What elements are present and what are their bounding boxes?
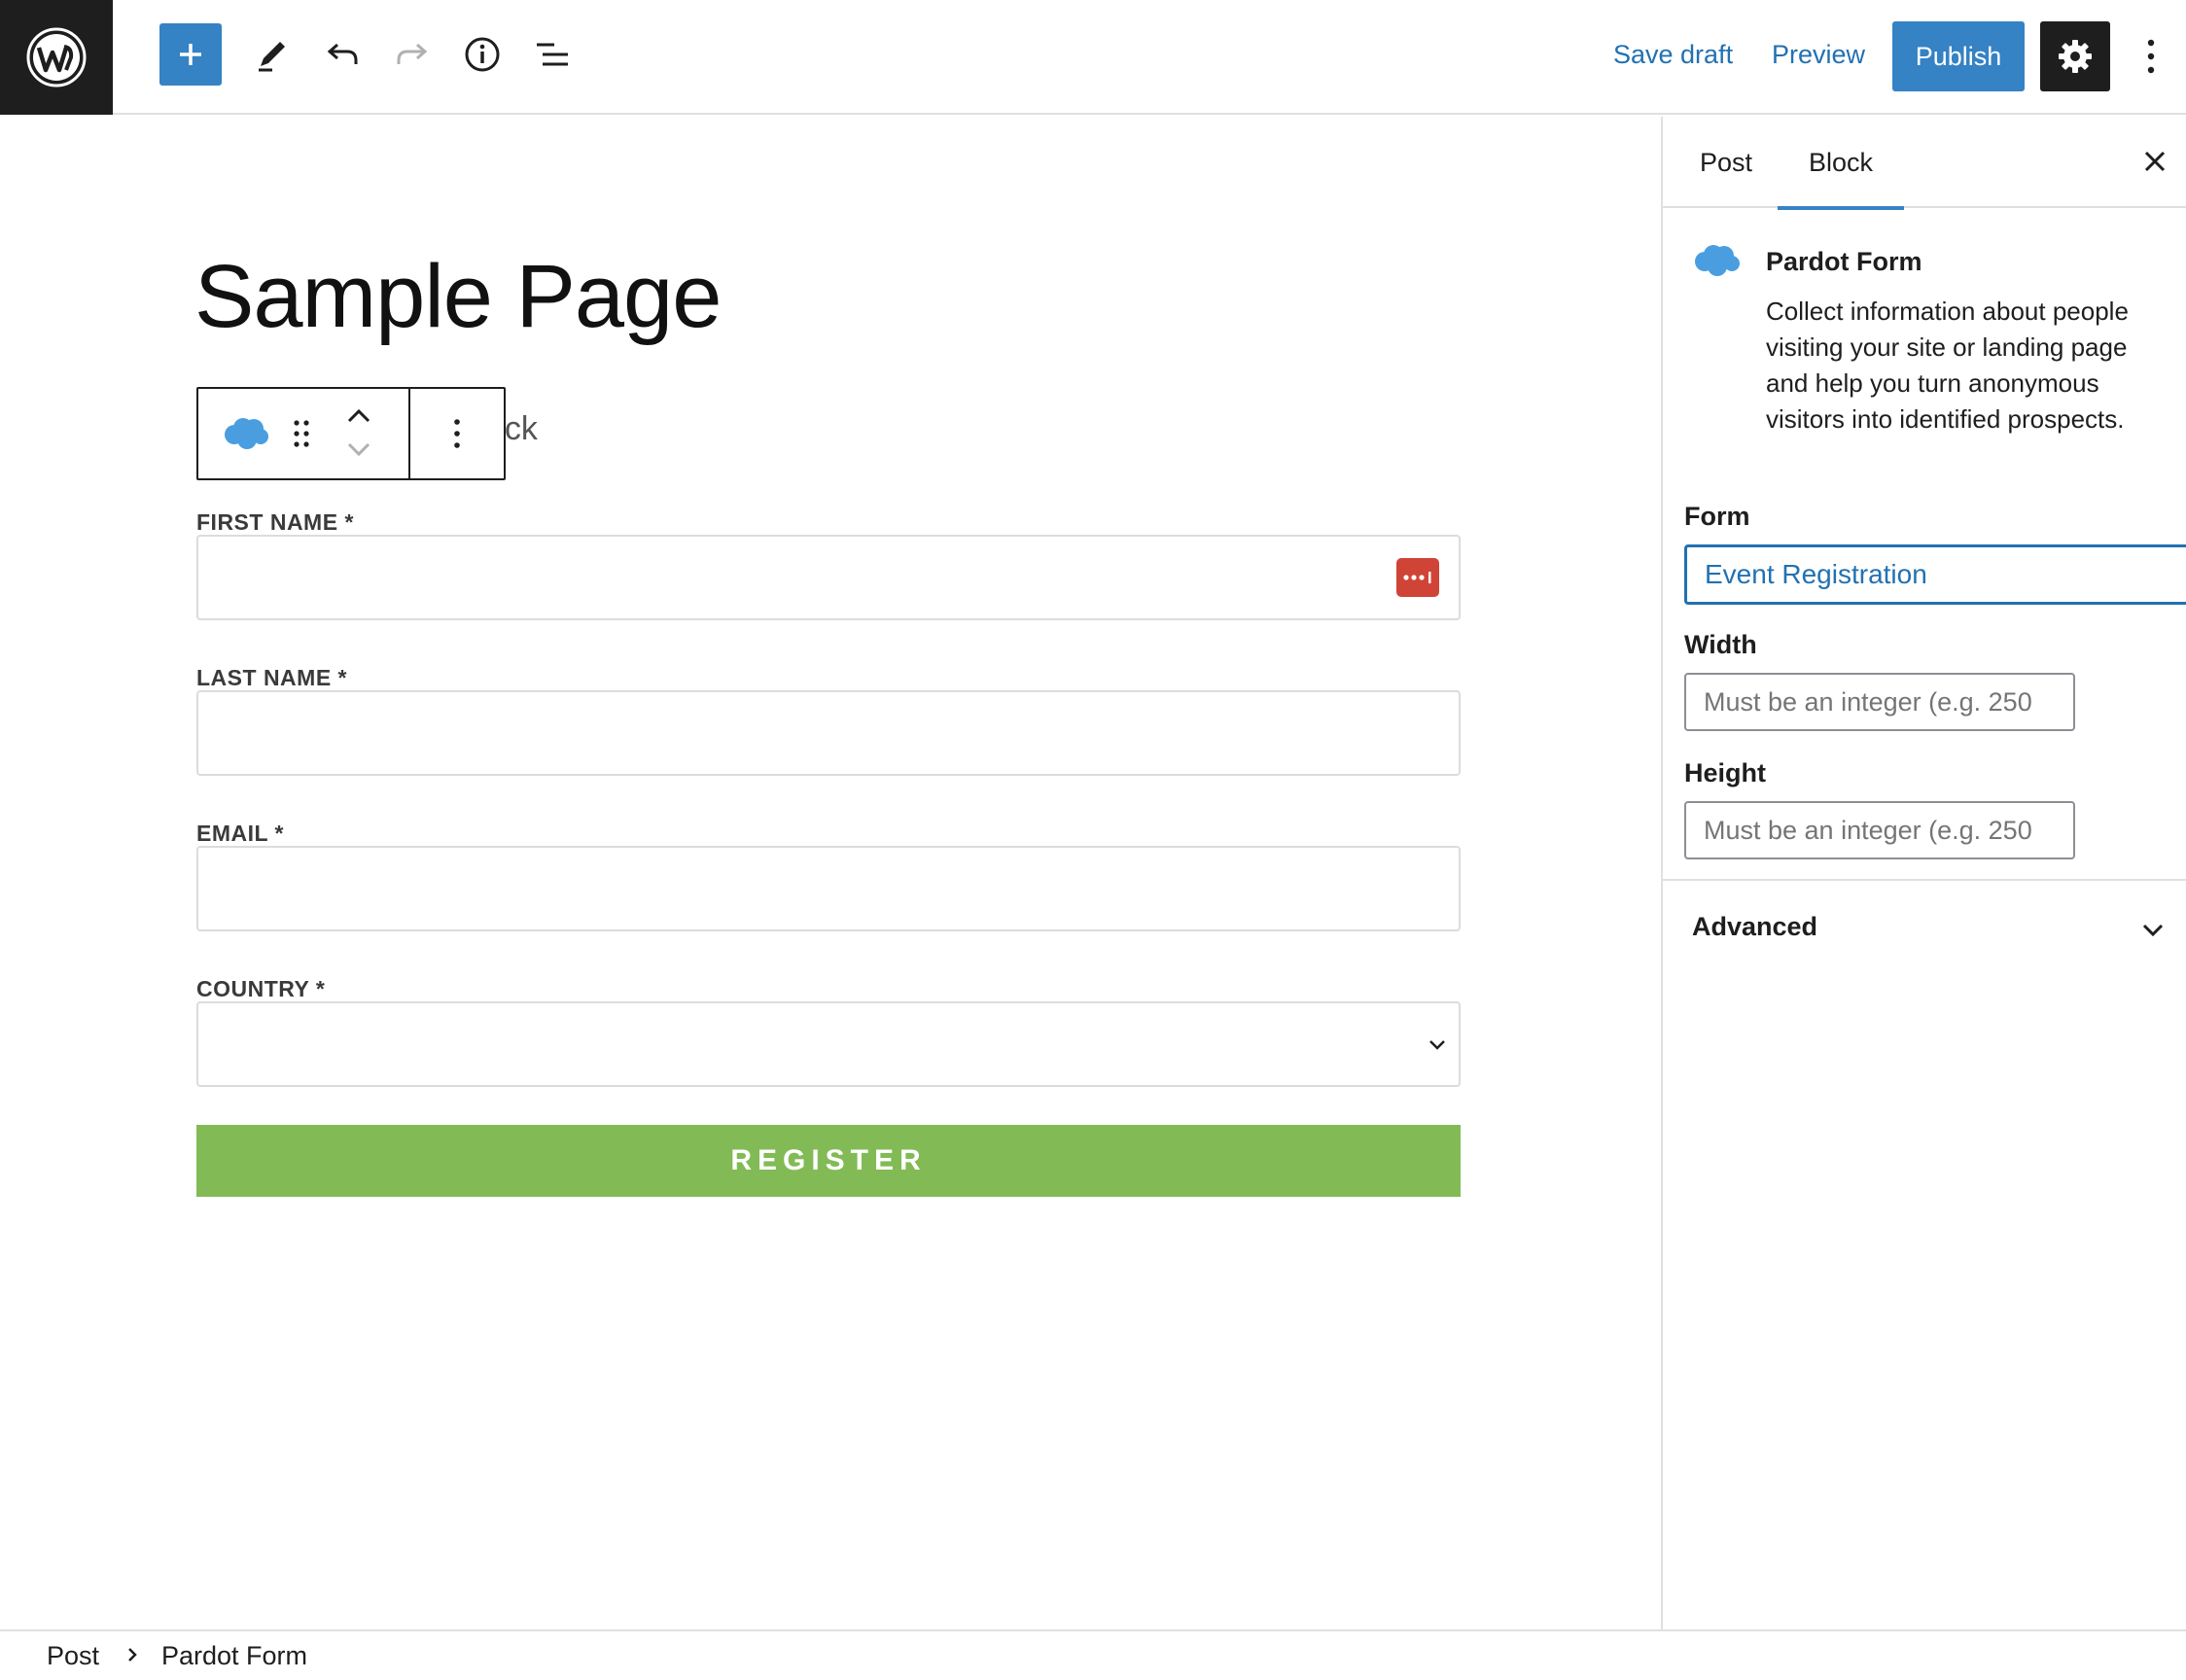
tab-block[interactable]: Block <box>1778 117 1904 210</box>
move-up-icon[interactable] <box>346 406 371 426</box>
details-button[interactable] <box>451 23 513 86</box>
email-input[interactable] <box>196 846 1461 931</box>
vertical-ellipsis-icon <box>454 419 460 448</box>
move-down-icon[interactable] <box>346 439 371 459</box>
pencil-icon <box>259 42 285 72</box>
block-options-button[interactable] <box>410 389 504 478</box>
info-icon <box>465 37 500 72</box>
country-label: COUNTRY * <box>196 976 326 1001</box>
editor-header: Save draft Preview Publish <box>0 0 2186 115</box>
redo-button[interactable] <box>381 23 443 86</box>
add-block-button[interactable] <box>159 23 222 86</box>
block-card-title: Pardot Form <box>1766 247 1922 276</box>
first-name-label: FIRST NAME * <box>196 509 354 535</box>
tab-post[interactable]: Post <box>1692 117 1760 208</box>
settings-sidebar: Post Block Pardot Form Collect informati… <box>1661 117 2186 1629</box>
last-name-label: LAST NAME * <box>196 665 347 690</box>
last-name-input[interactable] <box>196 690 1461 776</box>
block-toolbar-group <box>198 389 410 478</box>
tools-button[interactable] <box>241 23 303 86</box>
register-button[interactable]: REGISTER <box>196 1125 1461 1197</box>
wordpress-icon <box>26 27 87 88</box>
panel-divider <box>1663 879 2186 881</box>
width-label: Width <box>1684 630 1757 659</box>
list-view-icon <box>537 43 568 66</box>
password-manager-icon[interactable] <box>1396 558 1439 597</box>
wordpress-logo-button[interactable] <box>0 0 113 115</box>
width-input[interactable]: Must be an integer (e.g. 250 <box>1684 673 2075 731</box>
vertical-ellipsis-icon <box>2147 39 2155 74</box>
breadcrumb-pardot-form[interactable]: Pardot Form <box>161 1641 307 1671</box>
block-toolbar <box>196 387 506 480</box>
salesforce-cloud-icon[interactable] <box>222 416 270 451</box>
plus-icon <box>180 44 201 65</box>
undo-button[interactable] <box>311 23 373 86</box>
undo-icon <box>327 43 358 64</box>
publish-button[interactable]: Publish <box>1892 21 2025 91</box>
breadcrumb-post[interactable]: Post <box>47 1641 99 1671</box>
list-view-button[interactable] <box>521 23 583 86</box>
chevron-down-icon <box>1429 1040 1445 1050</box>
chevron-down-icon[interactable] <box>2137 914 2168 945</box>
form-select[interactable]: Event Registration <box>1684 544 2186 605</box>
height-label: Height <box>1684 758 1766 788</box>
gear-icon <box>2059 40 2092 73</box>
chevron-right-icon <box>128 1648 137 1662</box>
options-menu-button[interactable] <box>2137 27 2165 86</box>
country-select[interactable] <box>196 1001 1461 1087</box>
sidebar-tabs: Post Block <box>1663 117 2186 210</box>
advanced-panel-toggle[interactable]: Advanced <box>1692 912 1817 942</box>
close-sidebar-button[interactable] <box>2137 144 2172 179</box>
salesforce-cloud-icon <box>1695 245 1740 276</box>
form-label: Form <box>1684 502 1750 531</box>
save-draft-button[interactable]: Save draft <box>1613 35 1733 74</box>
block-card-description: Collect information about people visitin… <box>1766 297 2129 434</box>
block-breadcrumb: Post Pardot Form <box>0 1629 2186 1680</box>
close-icon <box>2144 151 2166 172</box>
height-input[interactable]: Must be an integer (e.g. 250 <box>1684 801 2075 859</box>
editor-canvas: Sample Page ock FIRST NAME * LAST NAME *… <box>0 117 1661 1629</box>
page-title[interactable]: Sample Page <box>194 243 722 350</box>
first-name-input[interactable] <box>196 535 1461 620</box>
preview-button[interactable]: Preview <box>1772 35 1865 74</box>
drag-handle-icon[interactable] <box>292 418 311 449</box>
email-label: EMAIL * <box>196 821 284 846</box>
redo-icon <box>397 43 428 64</box>
settings-button[interactable] <box>2040 21 2110 91</box>
